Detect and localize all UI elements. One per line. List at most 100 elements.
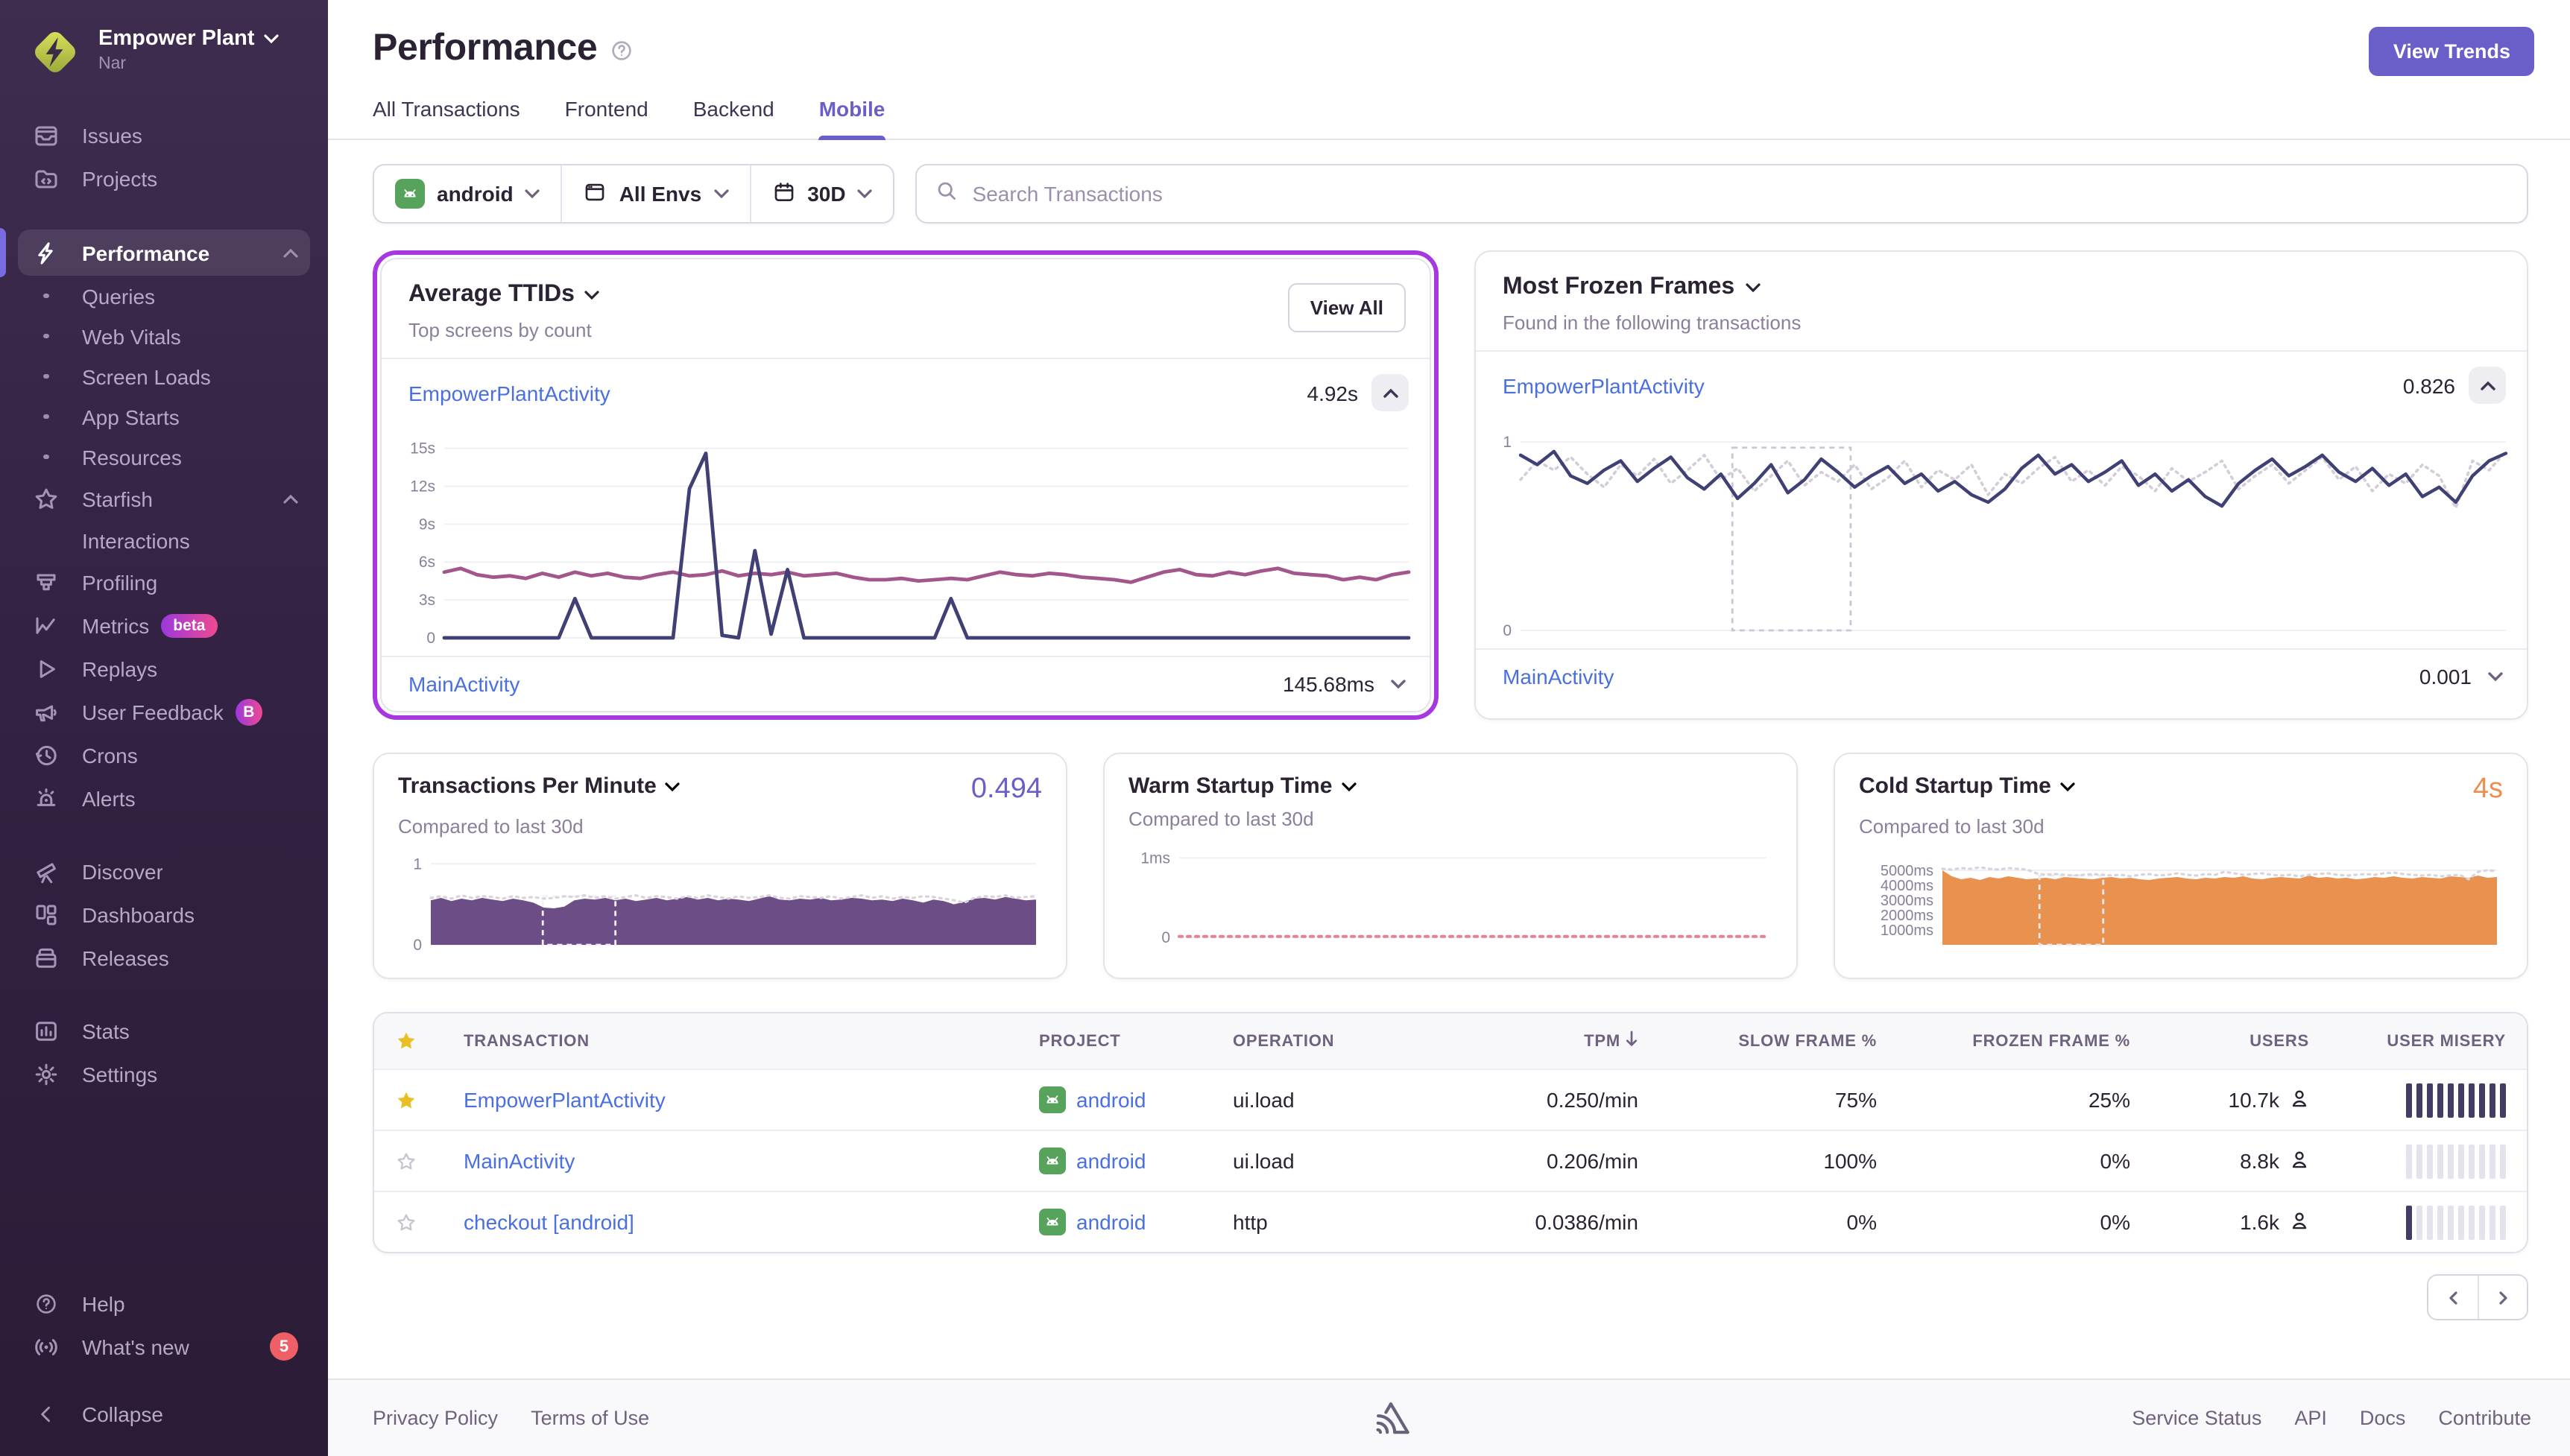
transaction-link[interactable]: EmpowerPlantActivity xyxy=(408,381,610,405)
environment-filter-label: All Envs xyxy=(619,182,702,206)
star-outline-icon[interactable] xyxy=(374,1150,443,1172)
tab-backend[interactable]: Backend xyxy=(693,97,774,139)
sidebar-item-label: User Feedback xyxy=(82,700,224,724)
tab-frontend[interactable]: Frontend xyxy=(565,97,648,139)
transaction-link[interactable]: EmpowerPlantActivity xyxy=(464,1088,666,1112)
chevron-down-icon xyxy=(525,186,540,201)
footer-link-privacy-policy[interactable]: Privacy Policy xyxy=(373,1407,498,1429)
tab-all-transactions[interactable]: All Transactions xyxy=(373,97,520,139)
sidebar-item-user-feedback[interactable]: User Feedback B xyxy=(18,690,310,733)
sidebar-item-starfish[interactable]: Starfish xyxy=(18,477,310,520)
card-subtitle: Compared to last 30d xyxy=(1128,808,1314,830)
column-header-users[interactable]: USERS xyxy=(2151,1032,2330,1050)
sidebar-item-collapse[interactable]: Collapse xyxy=(18,1392,310,1435)
sidebar-item-help[interactable]: Help xyxy=(18,1282,310,1325)
card-subtitle: Compared to last 30d xyxy=(398,815,584,838)
sidebar-item-settings[interactable]: Settings xyxy=(18,1052,310,1095)
tab-mobile[interactable]: Mobile xyxy=(818,97,886,140)
user-icon xyxy=(2290,1209,2309,1235)
project-link[interactable]: android xyxy=(1076,1210,1146,1234)
sidebar-item-crons[interactable]: Crons xyxy=(18,733,310,776)
sidebar-item-metrics[interactable]: Metrics beta xyxy=(18,604,310,647)
bullet-icon xyxy=(30,293,63,299)
star-icon xyxy=(30,485,63,512)
transaction-link[interactable]: MainActivity xyxy=(1503,665,1614,689)
sidebar-item-profiling[interactable]: Profiling xyxy=(18,560,310,604)
sidebar-item-label: Alerts xyxy=(82,786,136,810)
expand-row-button[interactable] xyxy=(2485,666,2506,687)
search-input[interactable] xyxy=(972,182,2509,206)
warm-startup-title-select[interactable]: Warm Startup Time xyxy=(1128,773,1357,799)
bar-chart-icon xyxy=(30,1017,63,1044)
frozen-frames-title-select[interactable]: Most Frozen Frames xyxy=(1503,274,2500,301)
sidebar-item-whats-new[interactable]: What's new 5 xyxy=(18,1325,310,1368)
siren-icon xyxy=(30,785,63,811)
sidebar-item-dashboards[interactable]: Dashboards xyxy=(18,893,310,936)
transaction-link[interactable]: checkout [android] xyxy=(464,1210,634,1234)
column-header-user-misery[interactable]: USER MISERY xyxy=(2330,1032,2527,1050)
frozen-frame-cell: 0% xyxy=(2100,1210,2130,1234)
cold-startup-title-select[interactable]: Cold Startup Time xyxy=(1859,773,2075,799)
footer-link-api[interactable]: API xyxy=(2294,1407,2327,1429)
project-cell: android xyxy=(1018,1148,1212,1174)
date-range-filter[interactable]: 30D xyxy=(749,165,893,222)
footer-link-service-status[interactable]: Service Status xyxy=(2132,1407,2261,1429)
sidebar-item-replays[interactable]: Replays xyxy=(18,647,310,690)
sidebar-item-stats[interactable]: Stats xyxy=(18,1009,310,1052)
view-all-button[interactable]: View All xyxy=(1287,283,1406,332)
footer-link-docs[interactable]: Docs xyxy=(2360,1407,2406,1429)
sidebar-item-web-vitals[interactable]: Web Vitals xyxy=(18,316,310,356)
bullet-icon xyxy=(30,414,63,420)
org-switcher[interactable]: Empower Plant Nar xyxy=(15,0,313,80)
sidebar-item-interactions[interactable]: Interactions xyxy=(18,520,310,560)
column-header-slow-frame-[interactable]: SLOW FRAME % xyxy=(1659,1032,1898,1050)
column-header-tpm[interactable]: TPM xyxy=(1436,1030,1659,1052)
sidebar-item-label: Stats xyxy=(82,1019,130,1042)
help-icon[interactable] xyxy=(609,39,633,63)
environment-filter[interactable]: All Envs xyxy=(561,165,750,222)
warm-startup-chart: 0 1ms xyxy=(1128,845,1772,952)
sidebar-item-app-starts[interactable]: App Starts xyxy=(18,396,310,437)
expand-row-button[interactable] xyxy=(1388,674,1409,694)
column-header-project[interactable]: PROJECT xyxy=(1018,1032,1212,1050)
sidebar-item-queries[interactable]: Queries xyxy=(18,276,310,316)
star-column-header[interactable] xyxy=(374,1030,443,1052)
footer-link-contribute[interactable]: Contribute xyxy=(2438,1407,2531,1429)
column-header-transaction[interactable]: TRANSACTION xyxy=(443,1032,1018,1050)
footer-links-right: Service Status API Docs Contribute xyxy=(2132,1407,2531,1429)
transaction-link[interactable]: MainActivity xyxy=(408,672,520,696)
footer-link-terms-of-use[interactable]: Terms of Use xyxy=(531,1407,649,1429)
org-subtitle: Nar xyxy=(98,55,127,73)
column-header-operation[interactable]: OPERATION xyxy=(1212,1032,1436,1050)
table-row: EmpowerPlantActivity android ui.load 0.250/… xyxy=(374,1069,2527,1130)
star-filled-icon[interactable] xyxy=(374,1089,443,1111)
sidebar-item-performance[interactable]: Performance xyxy=(0,228,310,277)
transaction-link[interactable]: MainActivity xyxy=(464,1149,575,1173)
search-icon xyxy=(935,178,959,209)
avg-ttid-title-select[interactable]: Average TTIDs xyxy=(408,282,1403,308)
view-trends-button[interactable]: View Trends xyxy=(2369,27,2534,76)
prev-page-button[interactable] xyxy=(2428,1276,2478,1319)
sidebar-item-releases[interactable]: Releases xyxy=(18,936,310,979)
project-link[interactable]: android xyxy=(1076,1149,1146,1173)
collapse-row-button[interactable] xyxy=(2469,367,2506,404)
svg-text:6s: 6s xyxy=(419,554,435,571)
next-page-button[interactable] xyxy=(2478,1276,2527,1319)
sidebar-item-issues[interactable]: Issues xyxy=(18,113,310,156)
transaction-link[interactable]: EmpowerPlantActivity xyxy=(1503,373,1705,397)
collapse-row-button[interactable] xyxy=(1371,374,1409,411)
sidebar-item-projects[interactable]: Projects xyxy=(18,156,310,200)
user-icon xyxy=(2290,1087,2309,1112)
tpm-title-select[interactable]: Transactions Per Minute xyxy=(398,773,681,799)
card-subtitle: Top screens by count xyxy=(408,319,592,341)
column-header-frozen-frame-[interactable]: FROZEN FRAME % xyxy=(1898,1032,2151,1050)
sidebar-item-discover[interactable]: Discover xyxy=(18,849,310,893)
project-filter[interactable]: android xyxy=(374,165,561,222)
project-link[interactable]: android xyxy=(1076,1088,1146,1112)
star-outline-icon[interactable] xyxy=(374,1211,443,1233)
transaction-cell: checkout [android] xyxy=(443,1210,1018,1234)
gear-icon xyxy=(30,1060,63,1087)
sidebar-item-screen-loads[interactable]: Screen Loads xyxy=(18,356,310,396)
sidebar-item-alerts[interactable]: Alerts xyxy=(18,776,310,820)
sidebar-item-resources[interactable]: Resources xyxy=(18,437,310,477)
